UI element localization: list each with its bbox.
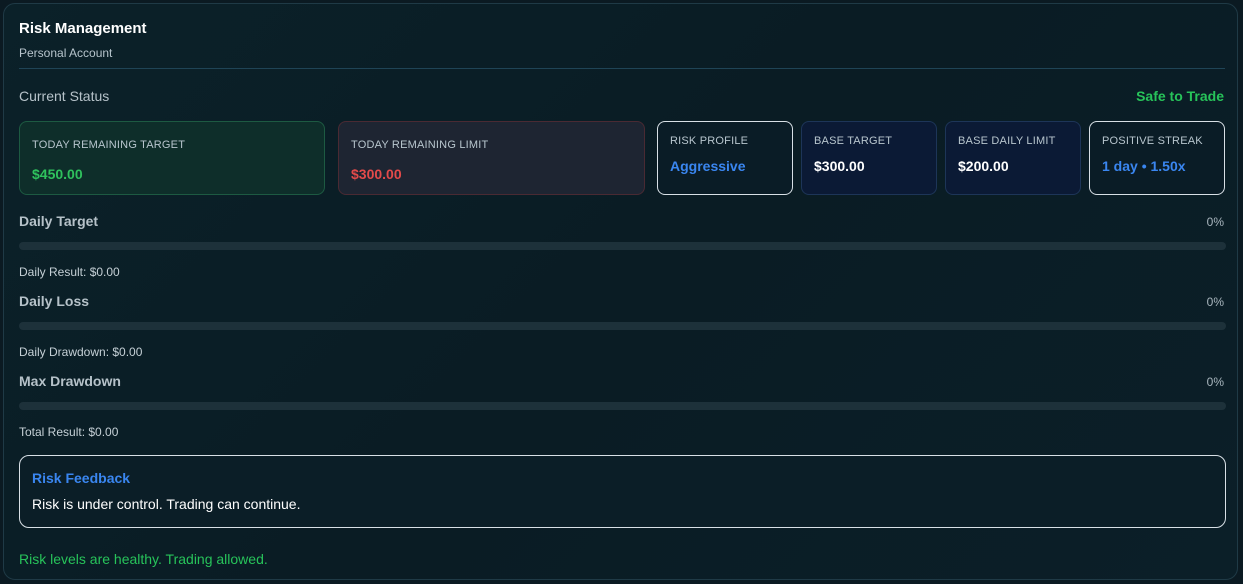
- today-remaining-limit-card: TODAY REMAINING LIMIT $300.00: [338, 121, 645, 195]
- today-remaining-target-card: TODAY REMAINING TARGET $450.00: [19, 121, 325, 195]
- base-target-card: BASE TARGET $300.00: [801, 121, 937, 195]
- daily-loss-percent: 0%: [1206, 295, 1224, 309]
- risk-feedback-box: Risk Feedback Risk is under control. Tra…: [19, 455, 1226, 528]
- risk-health-message: Risk levels are healthy. Trading allowed…: [19, 551, 268, 567]
- risk-management-panel: Risk Management Personal Account Current…: [3, 3, 1238, 580]
- header-divider: [19, 68, 1225, 69]
- card-value: $300.00: [351, 166, 402, 182]
- card-value: $450.00: [32, 166, 83, 182]
- daily-target-percent: 0%: [1206, 215, 1224, 229]
- card-label: TODAY REMAINING LIMIT: [351, 139, 489, 151]
- max-drawdown-progress-bar: [19, 402, 1226, 410]
- base-daily-limit-card: BASE DAILY LIMIT $200.00: [945, 121, 1081, 195]
- daily-loss-progress-bar: [19, 322, 1226, 330]
- card-label: TODAY REMAINING TARGET: [32, 139, 186, 151]
- daily-target-progress-bar: [19, 242, 1226, 250]
- max-drawdown-percent: 0%: [1206, 375, 1224, 389]
- risk-feedback-message: Risk is under control. Trading can conti…: [32, 496, 301, 512]
- card-label: RISK PROFILE: [670, 135, 749, 147]
- card-value: Aggressive: [670, 158, 746, 174]
- card-value: $300.00: [814, 158, 865, 174]
- daily-loss-title: Daily Loss: [19, 293, 90, 309]
- card-label: BASE TARGET: [814, 135, 893, 147]
- card-label: POSITIVE STREAK: [1102, 135, 1203, 147]
- status-badge: Safe to Trade: [1136, 88, 1224, 104]
- account-subtitle: Personal Account: [19, 46, 113, 60]
- max-drawdown-title: Max Drawdown: [19, 373, 121, 389]
- risk-feedback-title: Risk Feedback: [32, 470, 131, 486]
- card-label: BASE DAILY LIMIT: [958, 135, 1056, 147]
- daily-target-title: Daily Target: [19, 213, 99, 229]
- daily-drawdown-text: Daily Drawdown: $0.00: [19, 345, 143, 359]
- current-status-label: Current Status: [19, 88, 110, 104]
- positive-streak-card: POSITIVE STREAK 1 day • 1.50x: [1089, 121, 1225, 195]
- card-value: $200.00: [958, 158, 1009, 174]
- card-value: 1 day • 1.50x: [1102, 158, 1186, 174]
- total-result-text: Total Result: $0.00: [19, 425, 119, 439]
- page-title: Risk Management: [19, 20, 147, 37]
- daily-result-text: Daily Result: $0.00: [19, 265, 120, 279]
- risk-profile-card: RISK PROFILE Aggressive: [657, 121, 793, 195]
